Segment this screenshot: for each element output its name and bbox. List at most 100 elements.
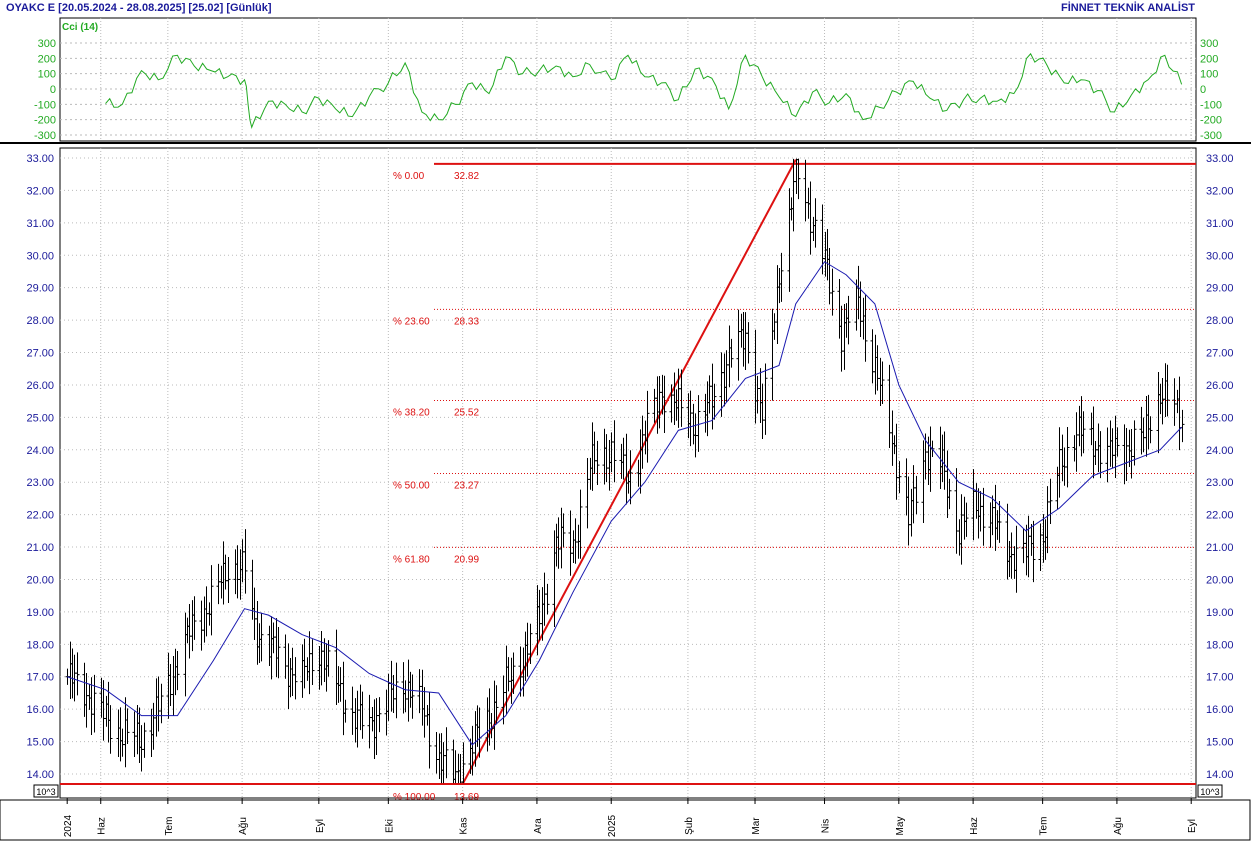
price-bar: [75, 652, 80, 696]
price-bar: [942, 431, 947, 490]
price-bar: [492, 680, 497, 750]
price-bar: [358, 684, 363, 731]
price-bar: [825, 228, 830, 281]
price-bar: [235, 545, 240, 599]
price-bar: [779, 252, 784, 302]
price-bar: [1038, 523, 1043, 571]
price-tick-label-left: 32.00: [26, 185, 54, 197]
price-bar: [537, 589, 542, 641]
price-bar: [1148, 416, 1153, 444]
price-bar: [844, 303, 849, 338]
price-bar: [87, 683, 92, 710]
price-bar: [322, 638, 327, 682]
x-tick-label: Kas: [459, 817, 470, 834]
x-tick-label: Haz: [969, 817, 980, 835]
cci-tick-label-left: 300: [38, 38, 56, 50]
price-tick-label-left: 21.00: [26, 542, 54, 554]
fib-level-pct: % 38.20: [393, 408, 430, 419]
scale-note-right: 10^3: [1200, 787, 1219, 797]
price-bar: [252, 587, 257, 640]
price-bar: [353, 698, 358, 743]
price-bar: [84, 672, 89, 728]
price-bar: [962, 496, 967, 540]
price-bar: [808, 181, 813, 255]
price-bar: [118, 707, 123, 762]
price-bar: [1021, 528, 1026, 564]
price-tick-label-left: 30.00: [26, 250, 54, 262]
price-bar: [290, 647, 295, 697]
price-bar: [204, 586, 209, 637]
price-bar: [343, 699, 348, 723]
price-bar: [389, 660, 394, 712]
price-bar: [1180, 409, 1185, 443]
price-bar: [451, 739, 456, 784]
price-bar: [1048, 478, 1053, 524]
price-bar: [394, 662, 399, 719]
price-bar: [909, 488, 914, 537]
price-bar: [609, 432, 614, 472]
price-bar: [202, 596, 207, 643]
price-bar: [657, 375, 662, 429]
price-bar: [108, 705, 113, 754]
price-bar: [283, 634, 288, 679]
price-tick-label-left: 15.00: [26, 737, 54, 749]
cci-tick-label-right: -100: [1200, 99, 1222, 111]
price-bar: [68, 641, 73, 699]
cci-title: Cci (14): [62, 22, 98, 33]
chart-canvas: 300 300 200 200 100 100 0 0 -100 -100 -200 -200 -300…: [0, 17, 1251, 841]
price-bar: [310, 639, 315, 686]
price-bar: [1057, 427, 1062, 498]
price-bar: [173, 648, 178, 696]
price-bar: [1093, 441, 1098, 466]
price-bar: [209, 565, 214, 636]
price-bar: [755, 375, 760, 414]
price-bar: [1079, 396, 1084, 457]
cci-tick-label-right: -300: [1200, 130, 1222, 142]
price-bar: [945, 450, 950, 518]
price-bar: [355, 690, 360, 748]
fib-level-pct: % 50.00: [393, 480, 430, 491]
price-bar: [621, 437, 626, 480]
price-tick-label-right: 31.00: [1206, 218, 1234, 230]
price-bar: [1175, 389, 1180, 414]
price-tick-label-left: 24.00: [26, 445, 54, 457]
price-bar: [1108, 420, 1113, 467]
price-bar: [947, 478, 952, 510]
price-bar: [427, 692, 432, 769]
price-bar: [863, 295, 868, 362]
price-bar: [444, 727, 449, 779]
x-tick-label: Mar: [751, 817, 762, 835]
cci-tick-label-right: 300: [1200, 38, 1218, 50]
price-bar: [736, 309, 741, 381]
price-bar: [573, 518, 578, 564]
fib-level-value: 20.99: [454, 554, 479, 565]
x-tick-label: Nis: [821, 819, 832, 833]
price-bar: [686, 393, 691, 439]
price-bar: [892, 435, 897, 455]
price-bar: [887, 364, 892, 449]
price-bar: [1165, 364, 1170, 417]
price-bar: [1045, 486, 1050, 554]
price-tick-label-right: 33.00: [1206, 153, 1234, 165]
price-tick-label-right: 30.00: [1206, 250, 1234, 262]
price-bar: [99, 677, 104, 718]
price-bar: [1014, 525, 1019, 593]
price-bar: [588, 457, 593, 490]
price-bar: [142, 722, 147, 758]
price-bar: [787, 188, 792, 292]
price-bar: [1024, 524, 1029, 576]
price-bar: [288, 658, 293, 698]
price-bar: [175, 650, 180, 691]
cci-tick-label-left: 0: [50, 84, 56, 96]
price-bar: [724, 350, 729, 402]
price-bar: [729, 338, 734, 368]
price-bar: [377, 697, 382, 733]
price-bar: [367, 694, 372, 749]
price-bar: [559, 507, 564, 569]
price-tick-label-right: 18.00: [1206, 639, 1234, 651]
price-bar: [856, 265, 861, 320]
price-bar: [185, 617, 190, 644]
price-bar: [1105, 427, 1110, 483]
price-bar: [293, 657, 298, 700]
price-bar: [341, 661, 346, 736]
